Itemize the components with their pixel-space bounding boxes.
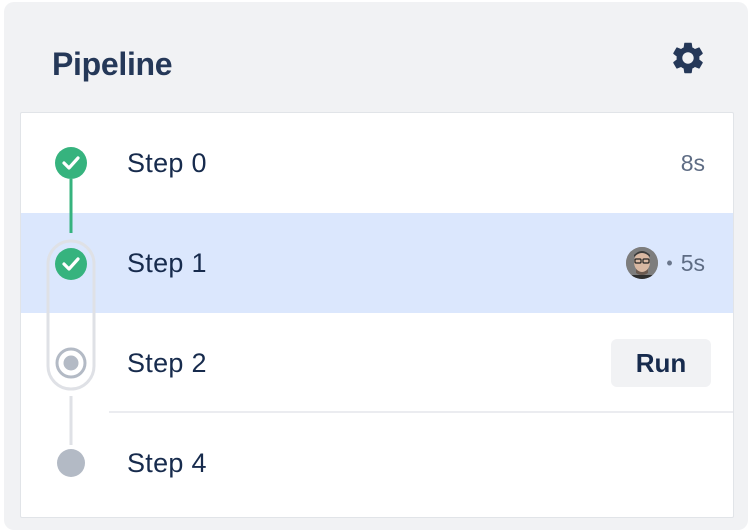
- step-row-3[interactable]: Step 4: [21, 413, 733, 513]
- page-title: Pipeline: [52, 46, 173, 82]
- avatar: [626, 247, 659, 279]
- step-meta: • 5s: [626, 213, 705, 313]
- pipeline-panel: Pipeline Step 0 8s Step 1 • 5s Step 2 Ru…: [4, 2, 748, 530]
- settings-button[interactable]: [668, 38, 708, 78]
- run-button[interactable]: Run: [611, 339, 711, 387]
- step-label: Step 0: [127, 147, 207, 178]
- step-label: Step 2: [127, 347, 207, 378]
- step-duration: 8s: [680, 149, 705, 176]
- step-meta: 8s: [681, 113, 705, 213]
- gear-icon: [673, 42, 703, 74]
- meta-separator: •: [666, 252, 673, 273]
- steps-list: Step 0 8s Step 1 • 5s Step 2 Run Step 4: [20, 112, 734, 518]
- step-label: Step 1: [127, 247, 207, 278]
- step-row-0[interactable]: Step 0 8s: [21, 113, 733, 213]
- step-duration: 5s: [680, 249, 705, 276]
- step-label: Step 4: [127, 447, 207, 478]
- step-row-1[interactable]: Step 1 • 5s: [21, 213, 733, 313]
